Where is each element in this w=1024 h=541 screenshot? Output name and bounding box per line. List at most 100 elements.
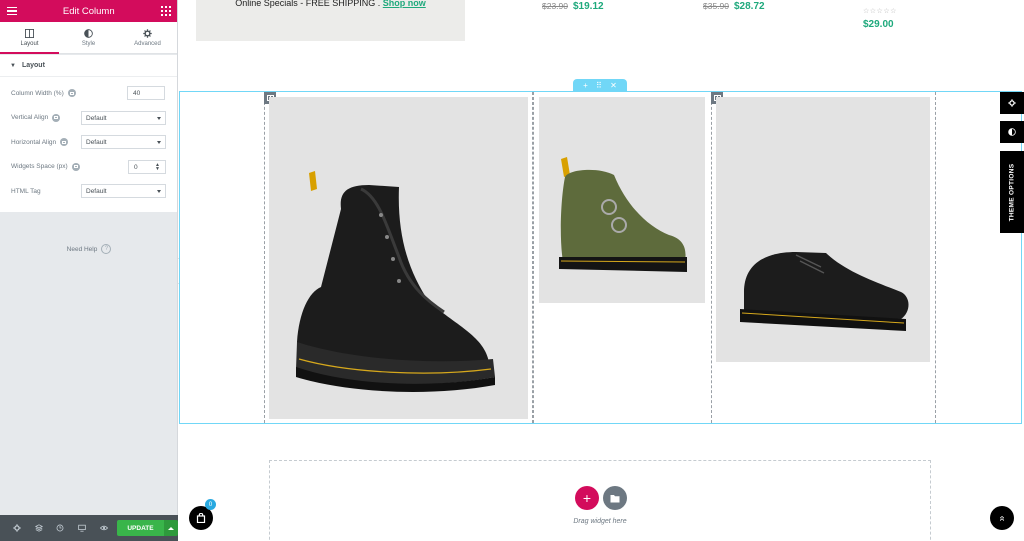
- caret-down-icon: ▼: [10, 62, 16, 69]
- widgets-space-value: 0: [134, 163, 138, 171]
- half-circle-icon: [1008, 128, 1016, 136]
- spinner-icon[interactable]: ▲ ▼: [155, 162, 160, 171]
- horizontal-align-control: Horizontal Align Default: [0, 130, 177, 155]
- need-help-label: Need Help: [66, 245, 98, 253]
- shop-now-link[interactable]: Shop now: [383, 0, 426, 8]
- gear-icon: [1008, 99, 1016, 107]
- widgets-grid-icon[interactable]: [160, 5, 171, 17]
- cart-count-badge: 0: [205, 499, 216, 510]
- tab-advanced[interactable]: Advanced: [118, 22, 177, 53]
- responsive-monitor-icon[interactable]: [52, 113, 61, 122]
- navigator-button[interactable]: [28, 515, 50, 541]
- responsive-mode-button[interactable]: [71, 515, 93, 541]
- promo-banner: Online Specials - FREE SHIPPING . Shop n…: [196, 0, 465, 41]
- product-card[interactable]: ☆☆☆☆☆ $35.90$28.72: [703, 0, 765, 12]
- product-name[interactable]: poster: [863, 0, 897, 2]
- empty-section-dropzone[interactable]: + Drag widget here: [269, 460, 931, 541]
- preview-canvas: Online Specials - FREE SHIPPING . Shop n…: [179, 0, 1024, 541]
- oxford-shoe-image[interactable]: [716, 97, 930, 362]
- tab-style[interactable]: Style: [59, 22, 118, 53]
- add-template-button[interactable]: [603, 486, 627, 510]
- question-icon: ?: [101, 244, 112, 254]
- drag-widget-hint: Drag widget here: [573, 518, 627, 525]
- need-help-link[interactable]: Need Help ?: [0, 244, 178, 254]
- editor-app: Edit Column Layout Style Advanced ▼ Layo…: [0, 0, 1024, 541]
- product-card[interactable]: poster ☆☆☆☆☆ $29.00: [863, 0, 897, 30]
- sale-price: $29.00: [863, 19, 894, 30]
- panel-title: Edit Column: [62, 5, 115, 17]
- theme-options-button[interactable]: THEME OPTIONS: [1000, 151, 1024, 233]
- drag-section-icon[interactable]: ⠿: [596, 81, 602, 90]
- vertical-align-select[interactable]: Default: [81, 110, 166, 125]
- product-card[interactable]: ★★★★★ $23.90$19.12: [542, 0, 604, 12]
- html-tag-value: Default: [86, 188, 107, 196]
- tab-layout-label: Layout: [20, 40, 39, 47]
- html-tag-select[interactable]: Default: [81, 184, 166, 199]
- layout-controls: Column Width (%) 40 Vertical Align Defau…: [0, 77, 177, 212]
- chevron-down-icon: [157, 141, 161, 145]
- theme-options-label: THEME OPTIONS: [1008, 163, 1016, 221]
- layout-section-header[interactable]: ▼ Layout: [0, 55, 177, 77]
- columns-icon: [25, 28, 34, 38]
- black-boot-illustration: [269, 97, 528, 419]
- scroll-to-top-button[interactable]: »: [990, 506, 1014, 530]
- section-title: Layout: [21, 62, 45, 69]
- tab-layout[interactable]: Layout: [0, 22, 59, 54]
- tab-style-label: Style: [81, 40, 96, 47]
- preview-button[interactable]: [93, 515, 115, 541]
- settings-tool-button[interactable]: [1000, 92, 1024, 114]
- responsive-monitor-icon[interactable]: [67, 89, 76, 98]
- shopping-bag-icon: [196, 513, 206, 523]
- oxford-shoe-illustration: [716, 97, 930, 362]
- update-options-button[interactable]: [164, 520, 179, 536]
- history-button[interactable]: [50, 515, 72, 541]
- widgets-space-label: Widgets Space (px): [11, 163, 68, 171]
- column-width-control: Column Width (%) 40: [0, 81, 177, 106]
- layers-icon: [34, 524, 43, 532]
- delete-section-icon[interactable]: ✕: [610, 81, 617, 90]
- eye-icon: [99, 525, 108, 531]
- desktop-icon: [78, 524, 86, 532]
- widgets-space-input[interactable]: 0 ▲ ▼: [128, 159, 166, 174]
- vertical-align-control: Vertical Align Default: [0, 106, 177, 131]
- horizontal-align-value: Default: [86, 139, 107, 147]
- column-width-label: Column Width (%): [11, 89, 64, 97]
- panel-tabs: Layout Style Advanced: [0, 22, 177, 54]
- column-width-input[interactable]: 40: [127, 86, 165, 101]
- html-tag-label: HTML Tag: [11, 187, 41, 195]
- panel-header: Edit Column: [0, 0, 177, 22]
- folder-icon: [610, 494, 620, 502]
- layout-section: ▼ Layout Column Width (%) 40 Vertical Al…: [0, 55, 177, 212]
- responsive-monitor-icon[interactable]: [60, 138, 69, 147]
- old-price: $35.90: [703, 1, 729, 11]
- green-boot-illustration: [539, 97, 705, 303]
- add-section-icon[interactable]: +: [583, 81, 588, 90]
- tab-advanced-label: Advanced: [134, 40, 161, 47]
- boot-image[interactable]: [269, 97, 528, 419]
- gear-icon: [13, 524, 21, 532]
- style-tool-button[interactable]: [1000, 121, 1024, 143]
- chevron-up-icon: [168, 526, 175, 530]
- chevron-down-icon: [157, 116, 161, 120]
- horizontal-align-select[interactable]: Default: [81, 135, 166, 150]
- promo-text: Online Specials - FREE SHIPPING .: [235, 0, 383, 8]
- widgets-space-control: Widgets Space (px) 0 ▲ ▼: [0, 155, 177, 180]
- horizontal-align-label: Horizontal Align: [11, 138, 57, 146]
- settings-button[interactable]: [6, 515, 28, 541]
- gear-icon: [143, 28, 152, 38]
- menu-icon[interactable]: [7, 6, 17, 16]
- update-button[interactable]: UPDATE: [116, 520, 165, 536]
- old-price: $23.90: [542, 1, 568, 11]
- vertical-align-label: Vertical Align: [11, 114, 49, 122]
- green-boot-image[interactable]: [539, 97, 705, 303]
- rating-stars: ☆☆☆☆☆: [863, 8, 897, 15]
- panel-footer: UPDATE: [0, 515, 179, 541]
- html-tag-control: HTML Tag Default: [0, 179, 177, 204]
- vertical-align-value: Default: [86, 114, 107, 122]
- double-chevron-up-icon: »: [996, 515, 1008, 521]
- sale-price: $19.12: [573, 1, 604, 12]
- add-new-section-button[interactable]: +: [575, 486, 599, 510]
- responsive-monitor-icon[interactable]: [71, 162, 80, 171]
- sale-price: $28.72: [734, 1, 765, 12]
- chevron-down-icon: [157, 190, 161, 194]
